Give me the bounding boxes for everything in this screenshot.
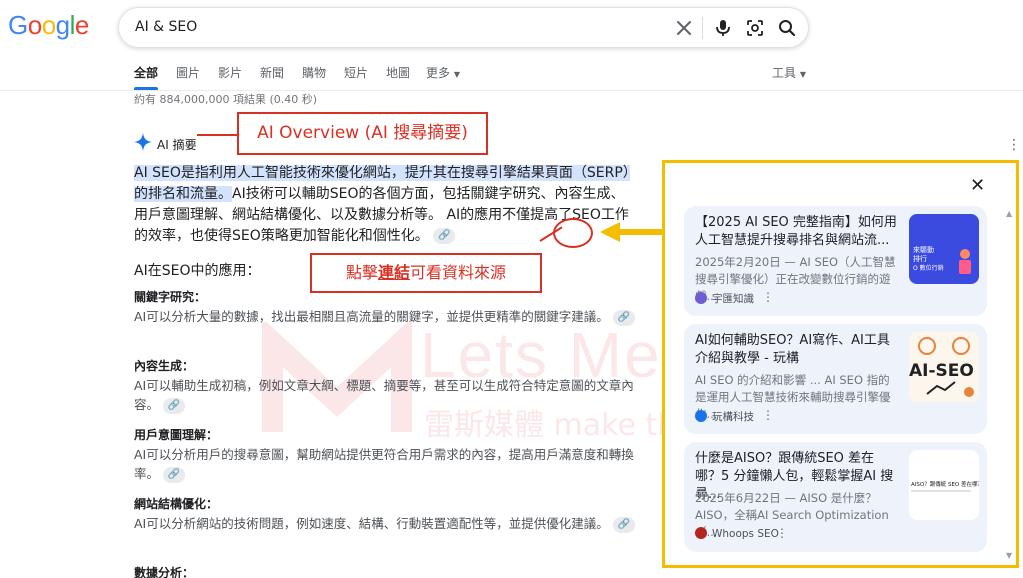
section-text: AI可以分析網站的技術問題，例如速度、結構、行動裝置適配性等，並提供優化建議。	[134, 516, 609, 531]
svg-text:來驅動: 來驅動	[913, 245, 934, 254]
callout-text-link: 連結	[377, 263, 410, 282]
click-link-callout: 點擊連結可看資料來源	[310, 253, 542, 293]
tab-news[interactable]: 新聞	[260, 64, 284, 81]
source-link-icon[interactable]: 🔗	[433, 228, 456, 244]
lens-icon[interactable]	[745, 18, 765, 38]
link-highlight-circle	[553, 218, 593, 248]
source-link-icon[interactable]: 🔗	[163, 397, 185, 414]
section-title: 內容生成：	[134, 359, 195, 373]
source-site: 玩構科技	[695, 409, 754, 424]
source-card[interactable]: 什麼是AISO？跟傳統SEO 差在哪？5 分鐘懶人包，輕鬆掌握AI 搜尋... …	[684, 442, 987, 552]
scroll-down-icon[interactable]: ▼	[1006, 551, 1012, 560]
callout-text-post: 可看資料來源	[410, 263, 507, 282]
search-box[interactable]: AI & SEO	[118, 7, 809, 48]
svg-text:AISO？跟傳統 SEO 差在哪？: AISO？跟傳統 SEO 差在哪？	[911, 480, 979, 488]
source-title[interactable]: 【2025 AI SEO 完整指南】如何用人工智慧提升搜尋排名與網站流...	[695, 214, 899, 250]
source-link-icon[interactable]: 🔗	[612, 516, 635, 533]
section-body: AI可以分析大量的數據，找出最相關且高流量的關鍵字，並提供更精準的關鍵字建議。 …	[134, 307, 640, 326]
tab-shopping[interactable]: 購物	[302, 64, 326, 81]
ai-overview-callout: AI Overview (AI 搜尋摘要)	[237, 112, 488, 155]
source-link-icon[interactable]: 🔗	[163, 466, 185, 483]
tab-all[interactable]: 全部	[134, 64, 158, 81]
site-favicon-icon	[695, 410, 707, 422]
section-text: AI可以分析大量的數據，找出最相關且高流量的關鍵字，並提供更精準的關鍵字建議。	[134, 309, 609, 324]
scroll-up-icon[interactable]: ▲	[1006, 209, 1012, 218]
clear-icon[interactable]	[674, 18, 694, 38]
section-body: AI可以輔助生成初稿，例如文章大綱、標題、摘要等，甚至可以生成符合特定意圖的文章…	[134, 376, 640, 414]
source-thumbnail[interactable]: AISO？跟傳統 SEO 差在哪？	[909, 450, 979, 520]
search-divider	[702, 17, 703, 39]
source-site-name: Whoops SEO	[712, 528, 779, 540]
source-site-name: 宇匯知識	[712, 293, 754, 305]
source-site: Whoops SEO	[695, 527, 779, 540]
source-link-icon[interactable]: 🔗	[612, 309, 635, 326]
callout-text-pre: 點擊	[345, 263, 378, 282]
section-body: AI可以分析用戶的搜尋意圖，幫助網站提供更符合用戶需求的內容，提高用戶滿意度和轉…	[134, 445, 640, 483]
callout-connector	[197, 134, 239, 136]
tab-videos[interactable]: 影片	[218, 64, 242, 81]
tools-button[interactable]: 工具 ▼	[772, 64, 806, 81]
result-stats: 約有 884,000,000 項結果 (0.40 秒)	[134, 93, 318, 106]
site-favicon-icon	[695, 292, 707, 304]
section-title: 關鍵字研究：	[134, 290, 207, 304]
ai-sparkle-icon	[134, 133, 152, 151]
search-icon[interactable]	[777, 18, 797, 38]
microphone-icon[interactable]	[713, 18, 733, 38]
svg-text:O 數位行銷: O 數位行銷	[913, 264, 944, 272]
source-thumbnail[interactable]: AI-SEO	[909, 332, 979, 402]
tab-more-label: 更多	[426, 66, 451, 80]
section-text: AI可以分析用戶的搜尋意圖，幫助網站提供更符合用戶需求的內容，提高用戶滿意度和轉…	[134, 447, 634, 481]
source-site-name: 玩構科技	[712, 411, 754, 423]
site-favicon-icon	[695, 527, 707, 539]
source-site: 宇匯知識	[695, 291, 754, 306]
arrow-annotation	[600, 222, 662, 242]
more-options-icon[interactable]: ⋮	[1007, 137, 1021, 153]
chevron-down-icon: ▼	[799, 70, 806, 79]
more-options-icon[interactable]: ⋮	[762, 290, 774, 304]
applications-heading: AI在SEO中的應用：	[134, 263, 261, 279]
section-title: 用戶意圖理解：	[134, 428, 219, 442]
tab-images[interactable]: 圖片	[176, 64, 200, 81]
source-thumbnail[interactable]: 來驅動 排行 O 數位行銷	[909, 214, 979, 284]
source-title[interactable]: AI如何輔助SEO？AI寫作、AI工具介紹與教學 - 玩構	[695, 332, 899, 368]
google-logo[interactable]: Google	[8, 10, 89, 41]
svg-text:排行: 排行	[913, 254, 927, 263]
section-text: AI可以輔助生成初稿，例如文章大綱、標題、摘要等，甚至可以生成符合特定意圖的文章…	[134, 378, 634, 412]
ai-overview-label: AI 摘要	[157, 138, 197, 152]
section-title: 數據分析：	[134, 566, 195, 578]
svg-text:AI-SEO: AI-SEO	[909, 361, 974, 381]
chevron-down-icon: ▼	[453, 70, 460, 79]
source-card[interactable]: 【2025 AI SEO 完整指南】如何用人工智慧提升搜尋排名與網站流... 2…	[684, 206, 987, 316]
section-body: AI可以分析網站的技術問題，例如速度、結構、行動裝置適配性等，並提供優化建議。 …	[134, 514, 640, 533]
tools-label: 工具	[772, 66, 797, 80]
tab-more[interactable]: 更多 ▼	[426, 64, 460, 81]
search-input[interactable]: AI & SEO	[135, 19, 197, 35]
sources-panel: ✕ ▲ ▼ 【2025 AI SEO 完整指南】如何用人工智慧提升搜尋排名與網站…	[662, 160, 1019, 568]
more-options-icon[interactable]: ⋮	[762, 408, 774, 422]
more-options-icon[interactable]: ⋮	[776, 526, 788, 540]
tab-maps[interactable]: 地圖	[386, 64, 410, 81]
section-title: 網站結構優化：	[134, 497, 219, 511]
source-card[interactable]: AI如何輔助SEO？AI寫作、AI工具介紹與教學 - 玩構 AI SEO 的介紹…	[684, 324, 987, 434]
close-icon[interactable]: ✕	[970, 175, 985, 196]
tab-short-videos[interactable]: 短片	[344, 64, 368, 81]
